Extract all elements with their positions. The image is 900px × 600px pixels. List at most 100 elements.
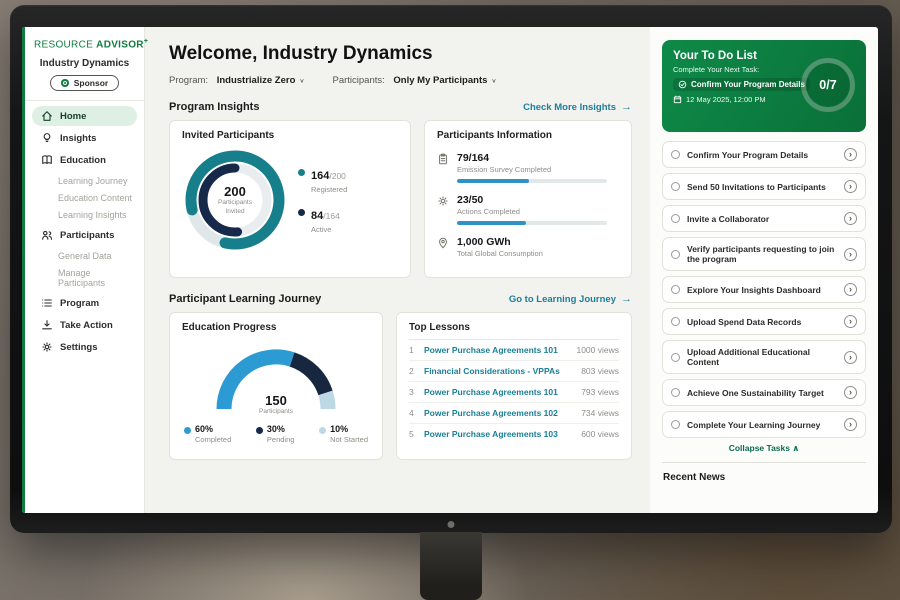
task-item[interactable]: Complete Your Learning Journey › <box>662 411 866 438</box>
lesson-views: 600 views <box>581 429 619 439</box>
task-checkbox[interactable] <box>671 150 680 159</box>
top-lessons-card: Top Lessons 1 Power Purchase Agreements … <box>396 312 632 460</box>
program-filter-label: Program: <box>169 75 208 86</box>
sidebar-item-label: Manage Participants <box>58 268 105 288</box>
task-checkbox[interactable] <box>671 250 680 259</box>
task-checkbox[interactable] <box>671 214 680 223</box>
task-checkbox[interactable] <box>671 285 680 294</box>
home-icon <box>41 110 53 122</box>
check-circle-icon <box>678 80 687 89</box>
todo-panel: Your To Do List Complete Your Next Task:… <box>650 27 878 513</box>
monitor-logo-dot <box>448 521 455 528</box>
chevron-right-icon[interactable]: › <box>844 212 857 225</box>
legend-completed: 60% Completed <box>184 424 231 444</box>
chevron-right-icon[interactable]: › <box>844 148 857 161</box>
sidebar-item-learning-journey[interactable]: Learning Journey <box>25 172 144 189</box>
task-label: Explore Your Insights Dashboard <box>687 285 821 295</box>
clipboard-icon <box>437 153 449 165</box>
sidebar-item-take-action[interactable]: Take Action <box>32 315 137 335</box>
list-icon <box>41 297 53 309</box>
sidebar-divider <box>25 100 144 101</box>
chevron-right-icon[interactable]: › <box>844 418 857 431</box>
link-label: Check More Insights <box>523 102 616 113</box>
chevron-down-icon: ∨ <box>299 77 304 83</box>
participants-dropdown[interactable]: Only My Participants ∨ <box>393 75 496 86</box>
program-dropdown[interactable]: Industrialize Zero ∨ <box>217 75 305 86</box>
gear-icon <box>437 195 449 207</box>
lesson-link[interactable]: Power Purchase Agreements 101 <box>424 387 558 397</box>
download-action-icon <box>41 319 53 331</box>
task-checkbox[interactable] <box>671 388 680 397</box>
collapse-tasks-link[interactable]: Collapse Tasks ∧ <box>662 443 866 454</box>
task-checkbox[interactable] <box>671 353 680 362</box>
legend-pct: 30% <box>267 424 285 434</box>
sidebar-item-label: Education <box>60 155 106 166</box>
task-item[interactable]: Confirm Your Program Details › <box>662 141 866 168</box>
donut-center-label: 200 ParticipantsInvited <box>182 147 288 253</box>
sidebar-item-label: Home <box>60 111 86 122</box>
sidebar-item-label: Insights <box>60 133 96 144</box>
task-checkbox[interactable] <box>671 317 680 326</box>
lesson-row: 4 Power Purchase Agreements 102 734 view… <box>409 403 619 424</box>
invited-total: 200 <box>224 184 246 199</box>
legend-pending: 30% Pending <box>256 424 295 444</box>
task-list: Confirm Your Program Details › Send 50 I… <box>662 141 866 438</box>
actions-progress-bar <box>457 221 607 225</box>
teal-dot-icon <box>298 169 305 176</box>
task-label: Upload Spend Data Records <box>687 317 801 327</box>
task-label: Achieve One Sustainability Target <box>687 388 824 398</box>
participants-dropdown-value: Only My Participants <box>393 75 487 86</box>
section-title: Program Insights <box>169 101 259 113</box>
chevron-right-icon[interactable]: › <box>844 283 857 296</box>
sidebar-item-education[interactable]: Education <box>32 150 137 170</box>
sidebar-item-learning-insights[interactable]: Learning Insights <box>25 206 144 223</box>
consumption-row: 1,000 GWh Total Global Consumption <box>437 236 619 258</box>
chevron-right-icon[interactable]: › <box>844 315 857 328</box>
sidebar-item-label: Education Content <box>58 193 132 203</box>
lesson-row: 3 Power Purchase Agreements 101 793 view… <box>409 382 619 403</box>
sidebar-item-home[interactable]: Home <box>32 106 137 126</box>
main-content: Welcome, Industry Dynamics Program: Indu… <box>145 27 650 513</box>
task-item[interactable]: Verify participants requesting to join t… <box>662 237 866 271</box>
blue-dot-icon <box>184 427 191 434</box>
sidebar-item-manage-participants[interactable]: Manage Participants <box>25 264 144 291</box>
sidebar-item-participants[interactable]: Participants <box>32 225 137 245</box>
lesson-link[interactable]: Power Purchase Agreements 102 <box>424 408 558 418</box>
lesson-link[interactable]: Financial Considerations - VPPAs <box>424 366 560 376</box>
task-item[interactable]: Send 50 Invitations to Participants › <box>662 173 866 200</box>
education-progress-card: Education Progress 150 Participants <box>169 312 383 460</box>
sponsor-badge: Sponsor <box>50 75 119 91</box>
chevron-right-icon[interactable]: › <box>844 351 857 364</box>
task-item[interactable]: Invite a Collaborator › <box>662 205 866 232</box>
check-more-insights-link[interactable]: Check More Insights → <box>523 101 632 113</box>
monitor-frame: RESOURCE ADVISOR+ Industry Dynamics Spon… <box>10 5 892 533</box>
sidebar-item-settings[interactable]: Settings <box>32 337 137 357</box>
legend-value: 84 <box>311 210 323 222</box>
go-to-learning-journey-link[interactable]: Go to Learning Journey → <box>509 293 632 305</box>
chevron-right-icon[interactable]: › <box>844 180 857 193</box>
due-date-label: 12 May 2025, 12:00 PM <box>686 95 766 104</box>
sidebar-item-general-data[interactable]: General Data <box>25 247 144 264</box>
learning-journey-header: Participant Learning Journey Go to Learn… <box>169 293 632 305</box>
task-checkbox[interactable] <box>671 182 680 191</box>
task-checkbox[interactable] <box>671 420 680 429</box>
sidebar-item-education-content[interactable]: Education Content <box>25 189 144 206</box>
legend-not-started: 10% Not Started <box>319 424 368 444</box>
chevron-right-icon[interactable]: › <box>844 386 857 399</box>
metric-label: Emission Survey Completed <box>457 165 607 174</box>
sidebar-item-insights[interactable]: Insights <box>32 128 137 148</box>
arrow-right-icon: → <box>621 101 632 113</box>
lesson-link[interactable]: Power Purchase Agreements 101 <box>424 345 558 355</box>
chevron-down-icon: ∨ <box>491 77 496 83</box>
task-item[interactable]: Explore Your Insights Dashboard › <box>662 276 866 303</box>
sidebar-item-program[interactable]: Program <box>32 293 137 313</box>
legend-label: Registered <box>311 185 347 194</box>
task-item[interactable]: Achieve One Sustainability Target › <box>662 379 866 406</box>
organization-name: Industry Dynamics <box>25 58 144 69</box>
chevron-right-icon[interactable]: › <box>844 248 857 261</box>
donut-legend: 164/200 Registered 84/164 Active <box>298 166 347 234</box>
task-item[interactable]: Upload Spend Data Records › <box>662 308 866 335</box>
lesson-link[interactable]: Power Purchase Agreements 103 <box>424 429 558 439</box>
legend-total: /164 <box>323 211 340 221</box>
task-item[interactable]: Upload Additional Educational Content › <box>662 340 866 374</box>
